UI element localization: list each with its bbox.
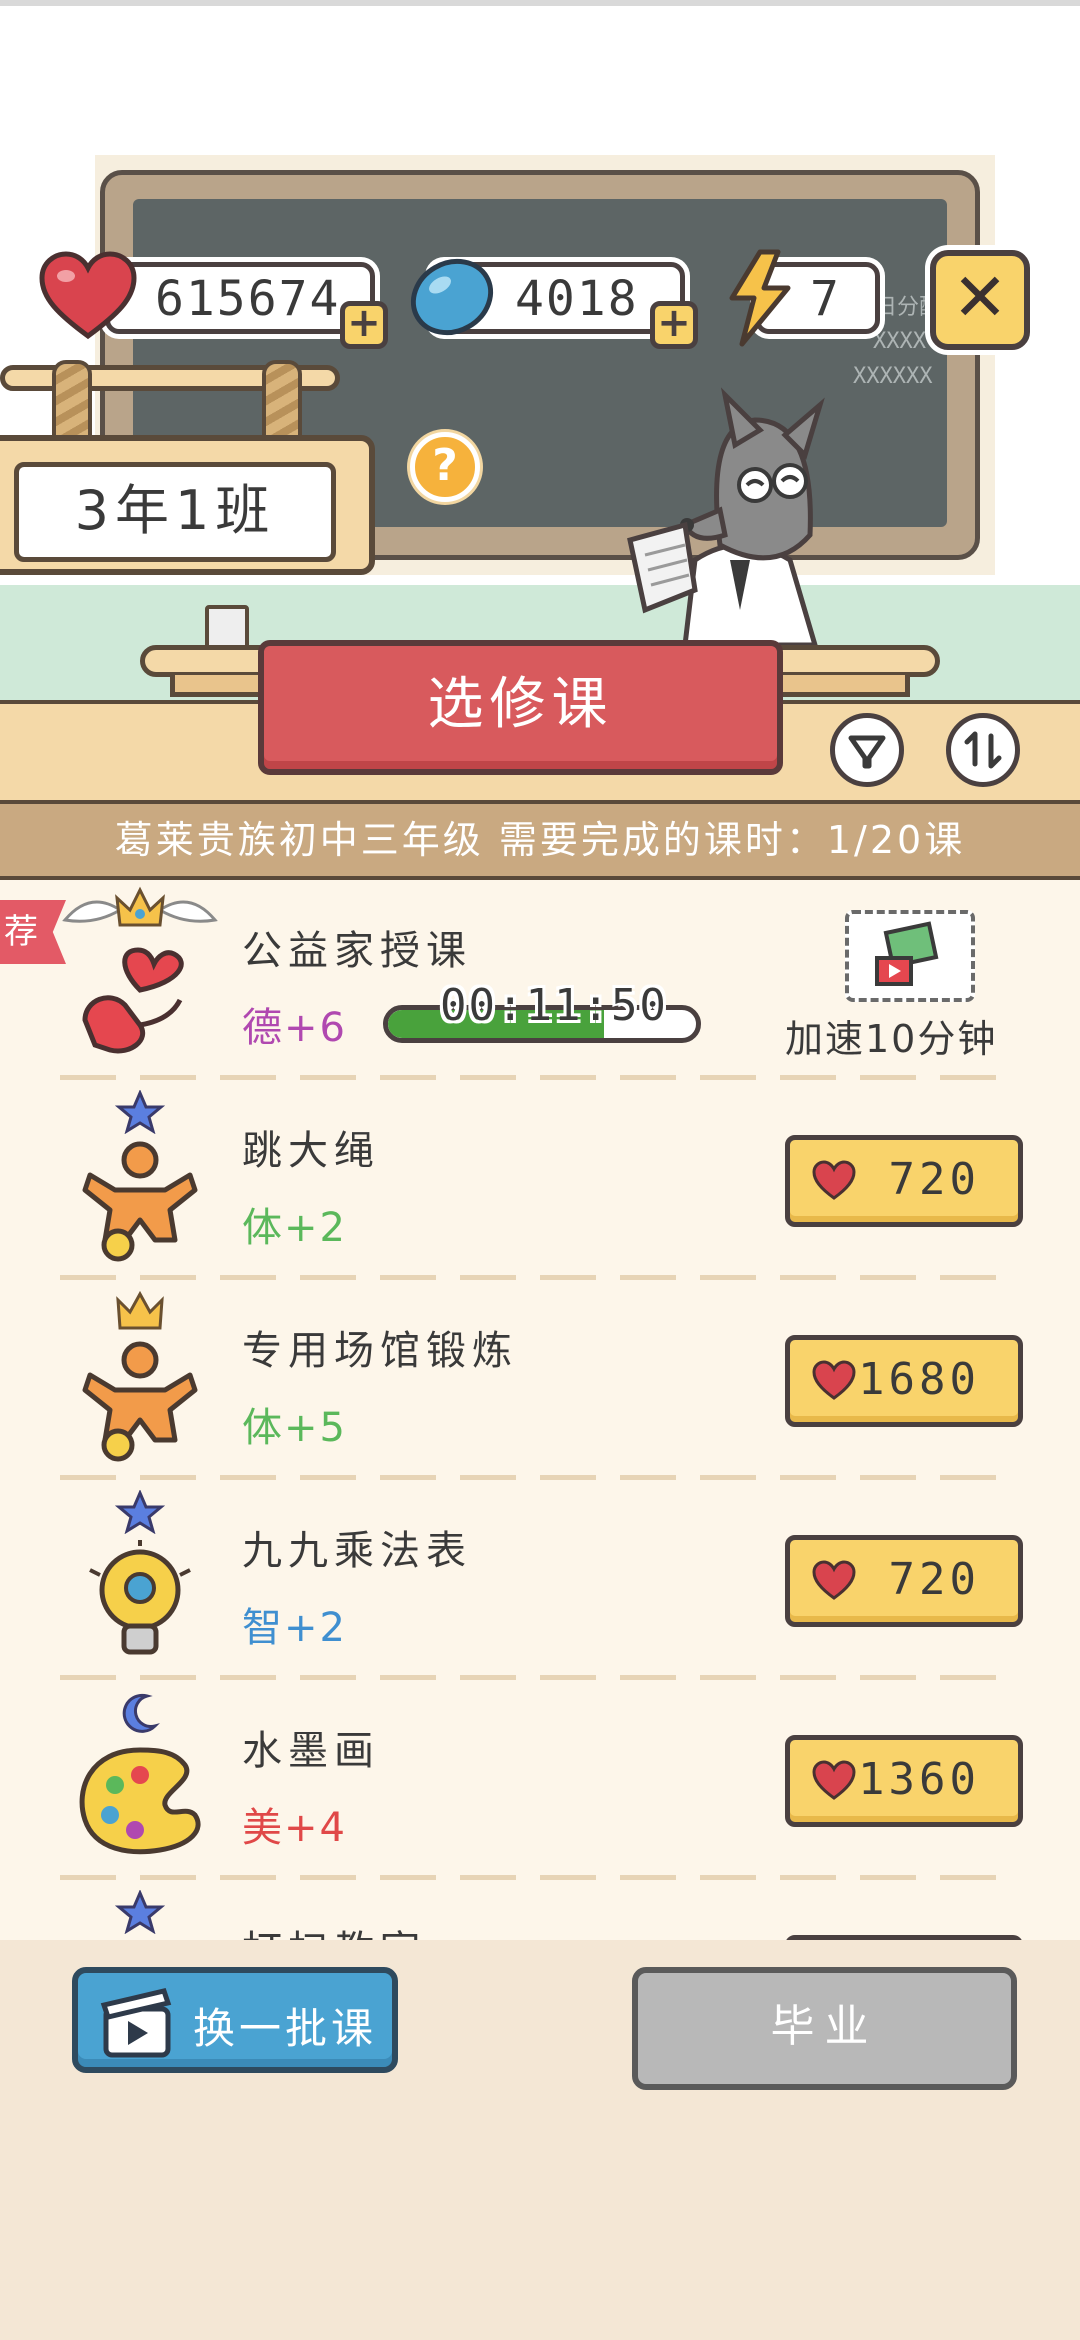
course-stat: 体+5 <box>242 1405 347 1451</box>
charity-hearts-icon <box>82 947 184 1054</box>
course-row-jump-rope[interactable]: 跳大绳 体+2 720 <box>0 1080 1080 1280</box>
paint-palette-icon <box>79 1747 201 1855</box>
exercise-person-icon <box>82 1341 198 1462</box>
buy-course-button[interactable]: 1680 <box>785 1335 1023 1427</box>
course-row-clean-classroom[interactable]: 打扫教室 <box>0 1880 1080 1940</box>
heart-icon <box>812 1760 856 1800</box>
lightbulb-icon <box>89 1540 191 1655</box>
star-icon <box>115 1090 165 1134</box>
help-button[interactable]: ? <box>410 432 480 502</box>
heart-icon <box>39 251 137 340</box>
buy-course-button[interactable]: 1360 <box>785 1735 1023 1827</box>
course-name: 打扫教室 <box>242 1918 426 1940</box>
course-row-multiplication-table[interactable]: 九九乘法表 智+2 720 <box>0 1480 1080 1680</box>
course-price: 720 <box>888 1154 980 1205</box>
heart-icon <box>812 1360 856 1400</box>
refresh-courses-label: 换一批课 <box>193 2004 378 2053</box>
course-stat: 体+2 <box>242 1205 347 1251</box>
bottom-action-bar: 换一批课 毕业 <box>0 1940 1080 2340</box>
featured-course-row[interactable]: 荐 公益家授课 德+6 00:11:50 加速10分钟 <box>0 880 1080 1080</box>
course-name: 公益家授课 <box>242 928 472 974</box>
energy-count: 7 <box>810 271 841 327</box>
course-list: 荐 公益家授课 德+6 00:11:50 加速10分钟 跳大绳 体+2 720 … <box>0 880 1080 1940</box>
exercise-person-icon <box>82 1141 198 1262</box>
heart-currency: 615674 + <box>105 262 388 349</box>
course-hours-info: 葛莱贵族初中三年级 需要完成的课时：1/20课 <box>0 800 1080 880</box>
sort-button[interactable] <box>946 713 1020 787</box>
clapperboard-icon <box>100 1988 172 2058</box>
class-name-sign: 3年1班 <box>14 462 336 562</box>
chalkboard-text-2: XXXX <box>873 329 926 354</box>
graduate-button[interactable]: 毕业 <box>632 1967 1017 2090</box>
course-price: 1360 <box>858 1754 980 1805</box>
top-divider <box>0 0 1080 6</box>
filter-button[interactable] <box>830 713 904 787</box>
lightning-icon <box>729 249 791 347</box>
course-price: 1680 <box>858 1354 980 1405</box>
elective-title-banner: 选修课 <box>258 640 783 775</box>
heart-count: 615674 <box>155 271 341 327</box>
course-name: 跳大绳 <box>242 1128 380 1174</box>
video-ticket-icon <box>845 910 975 1002</box>
course-name: 九九乘法表 <box>242 1528 472 1574</box>
add-hearts-button[interactable]: + <box>340 301 388 349</box>
course-row-ink-painting[interactable]: 水墨画 美+4 1360 <box>0 1680 1080 1880</box>
buy-course-button[interactable]: 720 <box>785 1135 1023 1227</box>
course-stat: 智+2 <box>242 1605 347 1651</box>
filter-icon <box>848 735 886 769</box>
course-name: 水墨画 <box>242 1728 380 1774</box>
course-stat: 德+6 <box>242 1005 347 1051</box>
close-button[interactable]: ✕ <box>930 250 1030 350</box>
add-gems-button[interactable]: + <box>650 301 698 349</box>
star-icon <box>115 1490 165 1534</box>
course-row-gym-training[interactable]: 专用场馆锻炼 体+5 1680 <box>0 1280 1080 1480</box>
course-name: 专用场馆锻炼 <box>242 1328 518 1374</box>
gem-count: 4018 <box>515 271 639 327</box>
course-timer: 00:11:50 <box>440 980 668 1031</box>
heart-icon <box>812 1560 856 1600</box>
gem-icon <box>410 258 494 336</box>
wolf-teacher-character <box>627 387 825 645</box>
moon-icon <box>122 1693 160 1733</box>
sort-icon <box>964 731 1002 769</box>
speedup-label: 加速10分钟 <box>785 1017 998 1061</box>
refresh-courses-button[interactable]: 换一批课 <box>72 1967 398 2073</box>
buy-course-button[interactable]: 720 <box>785 1535 1023 1627</box>
star-icon <box>115 1890 165 1934</box>
cup-icon <box>205 605 249 649</box>
crown-icon <box>116 1290 164 1330</box>
course-stat: 美+4 <box>242 1805 347 1851</box>
course-price: 720 <box>888 1554 980 1605</box>
heart-icon <box>812 1160 856 1200</box>
